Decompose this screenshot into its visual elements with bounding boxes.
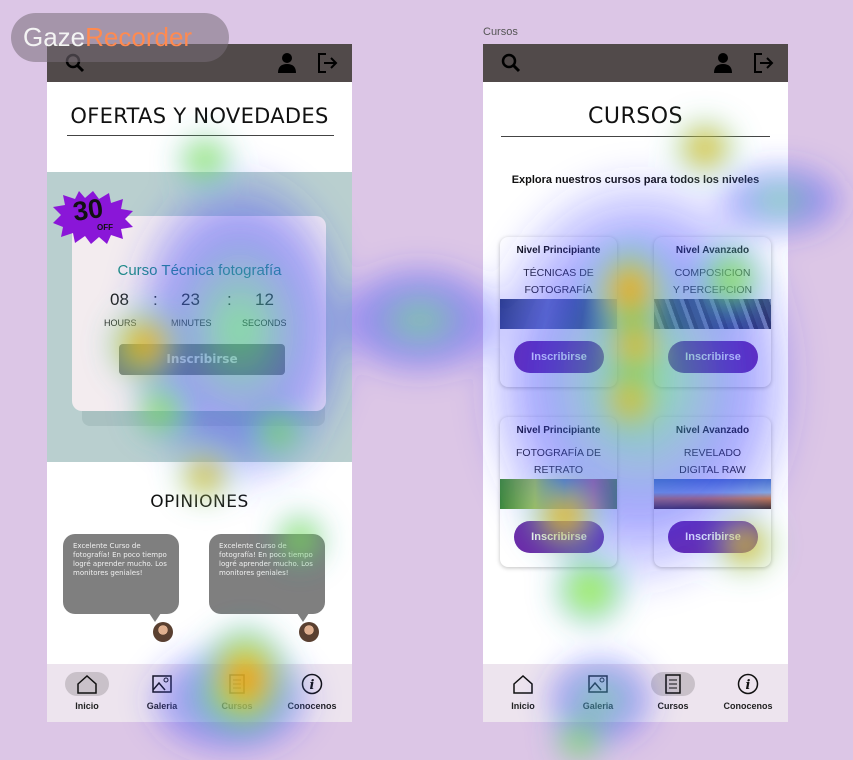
course-level: Nivel Avanzado: [675, 425, 750, 436]
nav-label: Inicio: [511, 701, 535, 711]
home-icon: [513, 674, 533, 694]
course-image: [500, 299, 617, 329]
nav-label: Cursos: [657, 701, 689, 711]
enroll-button[interactable]: Inscribirse: [668, 521, 758, 553]
home-screen: OFERTAS Y NOVEDADES 30 OFF Curso Técnica…: [47, 44, 352, 722]
course-level: Nivel Principiante: [516, 425, 601, 436]
course-card[interactable]: Nivel Avanzado REVELADO DIGITAL RAW Inscr…: [654, 417, 771, 567]
nav-inicio[interactable]: Inicio: [493, 672, 553, 711]
review-bubble: Excelente Curso de fotografía! En poco t…: [63, 534, 179, 622]
logout-icon[interactable]: [753, 52, 775, 74]
nav-galeria[interactable]: Galeria: [568, 672, 628, 711]
nav-cursos[interactable]: Cursos: [207, 672, 267, 711]
nav-galeria[interactable]: Galeria: [132, 672, 192, 711]
opinions-title: OPINIONES: [150, 492, 249, 512]
nav-label: Inicio: [75, 701, 99, 711]
info-icon: i: [301, 673, 323, 695]
gazerecorder-logo: GazeRecorder: [11, 13, 229, 62]
courses-screen: CURSOS Explora nuestros cursos para todo…: [483, 44, 788, 722]
course-card[interactable]: Nivel Principiante FOTOGRAFÍA DE RETRATO …: [500, 417, 617, 567]
course-image: [654, 299, 771, 329]
nav-label: Conocenos: [287, 701, 337, 711]
course-image: [654, 479, 771, 509]
review-bubble: Excelente Curso de fotografía! En poco t…: [209, 534, 325, 622]
search-icon[interactable]: [501, 53, 521, 73]
svg-text:i: i: [310, 678, 315, 693]
course-image: [500, 479, 617, 509]
user-icon[interactable]: [277, 52, 297, 74]
svg-text:i: i: [746, 678, 751, 693]
countdown-seconds: 12: [255, 290, 274, 309]
gallery-icon: [588, 675, 608, 693]
nav-label: Conocenos: [723, 701, 773, 711]
course-level: Nivel Avanzado: [675, 245, 750, 256]
course-title: FOTOGRAFÍA DE RETRATO: [516, 447, 601, 476]
bottom-nav: Inicio Galeria Cursos i Conocenos: [47, 664, 352, 722]
discount-badge: 30 OFF: [51, 189, 135, 245]
info-icon: i: [737, 673, 759, 695]
title-divider: [501, 136, 770, 137]
countdown-sep-2: :: [227, 290, 232, 309]
nav-label: Cursos: [221, 701, 253, 711]
page-title: OFERTAS Y NOVEDADES: [70, 104, 329, 128]
page-title: CURSOS: [588, 104, 683, 129]
top-bar: [483, 44, 788, 82]
document-icon: [665, 674, 681, 694]
avatar: [153, 622, 173, 642]
page-subtitle: Explora nuestros cursos para todos los n…: [511, 174, 760, 186]
countdown-sep-1: :: [153, 290, 158, 309]
heatmap-canvas: Cursos OFERTAS Y NOVEDADES 30 OFF Curso …: [0, 0, 853, 760]
promo-course-title: Curso Técnica fotografía: [117, 262, 282, 279]
home-icon: [77, 674, 97, 694]
enroll-button[interactable]: Inscribirse: [668, 341, 758, 373]
nav-conocenos[interactable]: i Conocenos: [282, 672, 342, 711]
user-icon[interactable]: [713, 52, 733, 74]
screen-label: Cursos: [483, 26, 518, 38]
title-divider: [67, 135, 334, 136]
countdown-hours: 08: [110, 290, 129, 309]
enroll-button[interactable]: Inscribirse: [514, 521, 604, 553]
enroll-button[interactable]: Inscribirse: [119, 344, 285, 375]
logout-icon[interactable]: [317, 52, 339, 74]
nav-conocenos[interactable]: i Conocenos: [718, 672, 778, 711]
course-card[interactable]: Nivel Avanzado COMPOSICION Y PERCEPCION I…: [654, 237, 771, 387]
minutes-label: MINUTES: [171, 318, 212, 328]
nav-cursos[interactable]: Cursos: [643, 672, 703, 711]
nav-label: Galeria: [146, 701, 178, 711]
seconds-label: SECONDS: [242, 318, 287, 328]
course-title: COMPOSICION Y PERCEPCION: [672, 267, 753, 296]
course-title: TÉCNICAS DE FOTOGRAFÍA: [523, 267, 594, 296]
bottom-nav: Inicio Galeria Cursos i Conocenos: [483, 664, 788, 722]
countdown-minutes: 23: [181, 290, 200, 309]
course-title: REVELADO DIGITAL RAW: [679, 447, 746, 476]
enroll-button[interactable]: Inscribirse: [514, 341, 604, 373]
avatar: [299, 622, 319, 642]
nav-inicio[interactable]: Inicio: [57, 672, 117, 711]
nav-label: Galeria: [582, 701, 614, 711]
promo-card: [72, 216, 326, 411]
hours-label: HOURS: [104, 318, 137, 328]
document-icon: [229, 674, 245, 694]
course-card[interactable]: Nivel Principiante TÉCNICAS DE FOTOGRAFÍA…: [500, 237, 617, 387]
gallery-icon: [152, 675, 172, 693]
course-level: Nivel Principiante: [516, 245, 601, 256]
badge-off: OFF: [97, 223, 113, 232]
